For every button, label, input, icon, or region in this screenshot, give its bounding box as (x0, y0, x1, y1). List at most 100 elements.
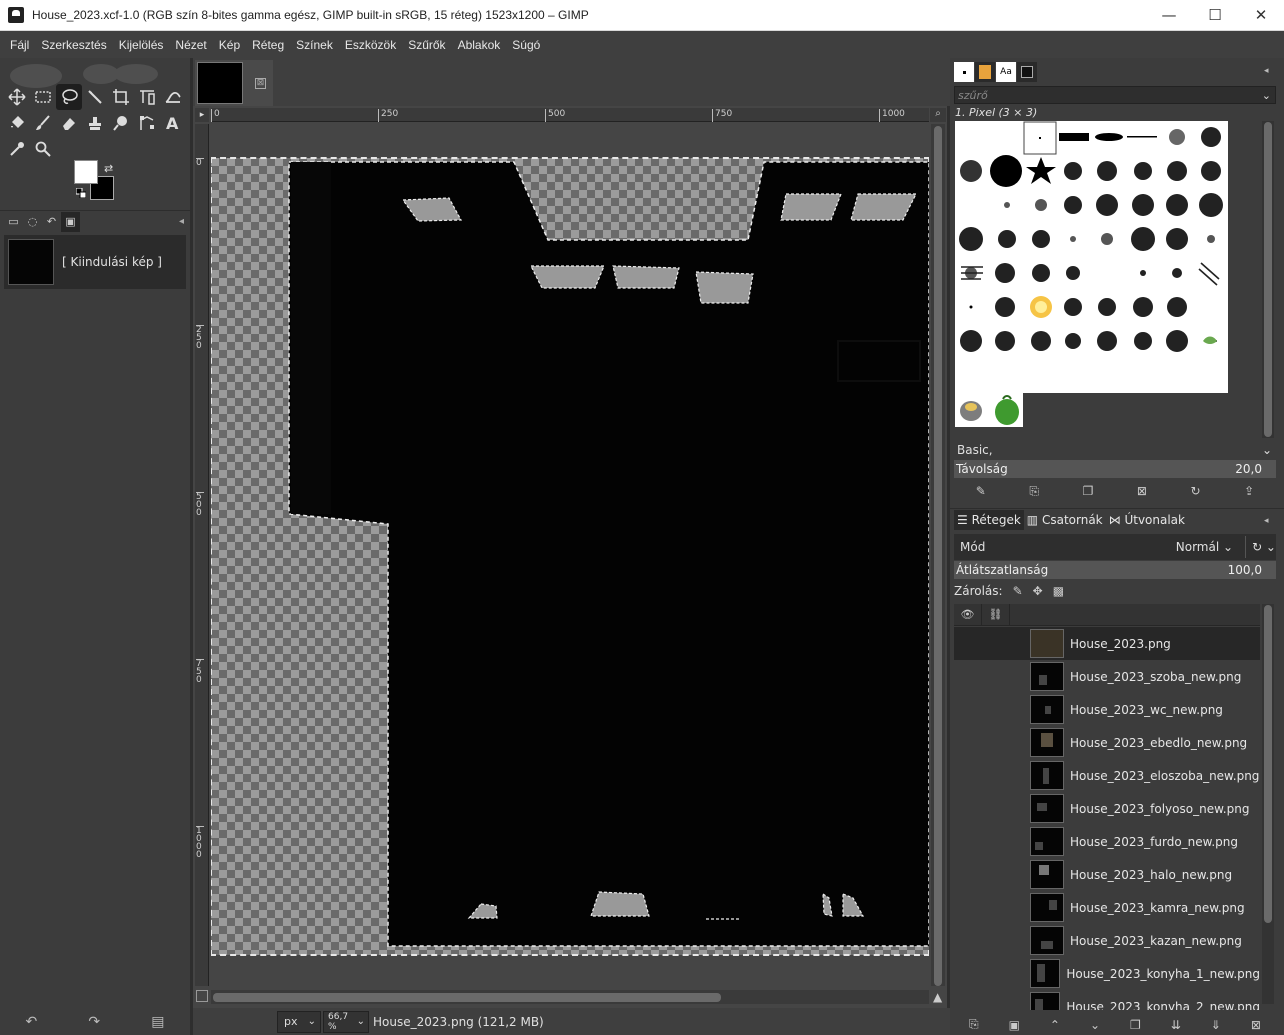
horizontal-ruler[interactable]: 0 250 500 750 1000 (211, 108, 929, 122)
layer-row[interactable]: House_2023_furdo_new.png (954, 825, 1260, 858)
menu-edit[interactable]: Szerkesztés (35, 38, 112, 52)
paintbrush-tool-icon[interactable] (30, 110, 56, 136)
tab-channels[interactable]: ▥ Csatornák (1024, 510, 1106, 530)
layer-row[interactable]: House_2023_eloszoba_new.png (954, 759, 1260, 792)
navigate-image-icon[interactable]: ▲ (933, 990, 942, 1004)
patterns-tab-icon[interactable] (975, 62, 995, 82)
minimize-button[interactable]: — (1146, 0, 1192, 30)
menu-view[interactable]: Nézet (169, 38, 212, 52)
raise-layer-icon[interactable]: ⌃ (1050, 1018, 1060, 1032)
tab-paths[interactable]: ⋈ Útvonalak (1106, 510, 1188, 530)
redo-icon[interactable]: ↷ (88, 1014, 100, 1030)
layer-opacity-slider[interactable]: Átlátszatlanság 100,0 (954, 561, 1276, 579)
lock-alpha-icon[interactable]: ▩ (1053, 584, 1064, 598)
document-history-tab-icon[interactable] (1017, 62, 1037, 82)
tool-options-tab-icon[interactable]: ▭ (4, 212, 23, 232)
close-button[interactable]: ✕ (1238, 0, 1284, 30)
unified-transform-tool-icon[interactable] (134, 84, 160, 110)
layer-row[interactable]: House_2023_halo_new.png (954, 858, 1260, 891)
device-status-tab-icon[interactable]: ◌ (23, 212, 42, 232)
clone-tool-icon[interactable] (82, 110, 108, 136)
brush-grid[interactable] (955, 121, 1228, 393)
layers-scrollbar[interactable] (1262, 604, 1274, 1004)
fonts-tab-icon[interactable]: Aa (996, 62, 1016, 82)
layers-list[interactable]: House_2023.png House_2023_szoba_new.png … (954, 627, 1260, 1010)
fuzzy-select-tool-icon[interactable] (82, 84, 108, 110)
rect-select-tool-icon[interactable] (30, 84, 56, 110)
layer-row[interactable]: House_2023_wc_new.png (954, 693, 1260, 726)
delete-brush-icon[interactable]: ⊠ (1137, 484, 1147, 498)
undo-icon[interactable]: ↶ (26, 1014, 38, 1030)
menu-filters[interactable]: Szűrők (402, 38, 451, 52)
duplicate-brush-icon[interactable]: ❐ (1083, 484, 1094, 498)
new-brush-icon[interactable]: ⎘ (1029, 484, 1039, 499)
mode-select[interactable]: Normál ⌄ (1176, 540, 1233, 554)
menu-help[interactable]: Súgó (506, 38, 546, 52)
clear-history-icon[interactable]: ▤ (151, 1014, 164, 1030)
smudge-tool-icon[interactable] (108, 110, 134, 136)
layer-row[interactable]: House_2023_ebedlo_new.png (954, 726, 1260, 759)
lock-pixels-icon[interactable]: ✎ (1013, 584, 1023, 598)
move-tool-icon[interactable] (4, 84, 30, 110)
layer-row[interactable]: House_2023_kazan_new.png (954, 924, 1260, 957)
layer-row[interactable]: House_2023_konyha_2_new.png (954, 990, 1260, 1010)
delete-layer-icon[interactable]: ⊠ (1251, 1018, 1261, 1032)
zoom-tool-icon[interactable] (30, 136, 56, 162)
layer-row[interactable]: House_2023_szoba_new.png (954, 660, 1260, 693)
bucket-fill-tool-icon[interactable] (4, 110, 30, 136)
dock-menu-icon[interactable]: ◂ (179, 216, 184, 227)
color-picker-tool-icon[interactable] (4, 136, 30, 162)
layer-row[interactable]: House_2023_kamra_new.png (954, 891, 1260, 924)
images-tab-icon[interactable]: ▣ (61, 211, 80, 232)
menu-layer[interactable]: Réteg (246, 38, 290, 52)
history-item[interactable]: [ Kiindulási kép ] (4, 235, 186, 289)
image-tab[interactable]: ⊠ (195, 60, 273, 106)
image-canvas[interactable] (211, 157, 929, 956)
layer-row[interactable]: House_2023.png (954, 627, 1260, 660)
open-brush-as-image-icon[interactable]: ⇪ (1244, 484, 1254, 498)
eraser-tool-icon[interactable] (56, 110, 82, 136)
canvas-vertical-scrollbar[interactable] (931, 124, 945, 986)
chain-column-icon[interactable]: ⛓ (982, 603, 1010, 626)
ruler-corner-menu-icon[interactable]: ▸ (195, 108, 209, 122)
merge-layer-icon[interactable]: ⇓ (1211, 1018, 1221, 1032)
menu-tools[interactable]: Eszközök (339, 38, 402, 52)
paths-tool-icon[interactable] (134, 110, 160, 136)
unit-select[interactable]: px ⌄ (277, 1010, 321, 1033)
duplicate-layer-icon[interactable]: ❐ (1130, 1018, 1141, 1032)
brushes-tab-icon[interactable] (954, 62, 974, 82)
canvas-area[interactable] (211, 124, 929, 986)
maximize-button[interactable]: ☐ (1192, 0, 1238, 30)
zoom-on-resize-icon[interactable]: ⌕ (930, 108, 946, 122)
lock-position-icon[interactable]: ✥ (1033, 584, 1043, 598)
brush-preset-select[interactable]: Basic, ⌄ (954, 441, 1276, 459)
anchor-layer-icon[interactable]: ⇊ (1171, 1018, 1181, 1032)
undo-history-tab-icon[interactable]: ↶ (42, 212, 61, 232)
quick-mask-toggle-icon[interactable] (196, 990, 208, 1002)
vertical-ruler[interactable]: 0 250 500 750 1000 (195, 124, 209, 986)
dock-menu-icon[interactable]: ◂ (1264, 516, 1276, 526)
brush-filter-input[interactable]: szűrő ⌄ (954, 86, 1276, 104)
layer-row[interactable]: House_2023_konyha_1_new.png (954, 957, 1260, 990)
foreground-color[interactable] (74, 160, 98, 184)
menu-colors[interactable]: Színek (290, 38, 339, 52)
visibility-column-icon[interactable]: 👁 (954, 603, 982, 626)
menu-file[interactable]: Fájl (4, 38, 35, 52)
left-splitter[interactable] (190, 58, 193, 1035)
free-select-tool-icon[interactable] (56, 84, 82, 110)
brush-scrollbar[interactable] (1262, 121, 1274, 438)
new-layer-group-icon[interactable]: ▣ (1009, 1018, 1020, 1032)
menu-windows[interactable]: Ablakok (452, 38, 507, 52)
menu-image[interactable]: Kép (213, 38, 246, 52)
layer-row[interactable]: House_2023_folyoso_new.png (954, 792, 1260, 825)
crop-tool-icon[interactable] (108, 84, 134, 110)
image-tab-close-icon[interactable]: ⊠ (255, 77, 266, 89)
tab-layers[interactable]: ☰ Rétegek (954, 509, 1024, 530)
text-tool-icon[interactable]: A (160, 110, 186, 136)
lower-layer-icon[interactable]: ⌄ (1090, 1018, 1100, 1032)
swap-colors-icon[interactable]: ⇄ (104, 162, 113, 175)
refresh-brushes-icon[interactable]: ↻ (1191, 484, 1201, 498)
zoom-select[interactable]: 66,7 % ⌄ (323, 1010, 369, 1033)
menu-select[interactable]: Kijelölés (113, 38, 170, 52)
default-colors-icon[interactable] (76, 188, 86, 198)
